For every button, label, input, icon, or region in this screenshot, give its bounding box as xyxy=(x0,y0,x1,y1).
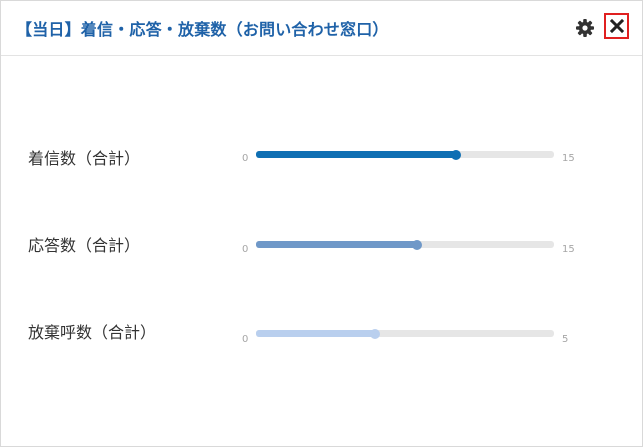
incoming-calls-bar-marker xyxy=(450,149,461,160)
close-button[interactable] xyxy=(604,13,629,39)
abandoned-calls-bar-fill xyxy=(256,330,376,337)
incoming-calls-max: 15 xyxy=(562,153,575,164)
widget-title: 【当日】着信・応答・放棄数（お問い合わせ窓口） xyxy=(16,20,389,39)
abandoned-calls-bar-marker xyxy=(370,328,381,339)
dashboard-widget: 【当日】着信・応答・放棄数（お問い合わせ窓口） 着信数（合計） 0 15 応答数… xyxy=(0,0,643,447)
incoming-calls-bar-fill xyxy=(256,151,456,158)
gear-icon[interactable] xyxy=(575,18,595,38)
incoming-calls-label: 着信数（合計） xyxy=(28,149,141,168)
close-icon xyxy=(609,19,624,33)
answered-calls-bar-fill xyxy=(256,241,417,248)
incoming-calls-bar xyxy=(256,149,554,160)
abandoned-calls-bar xyxy=(256,328,554,339)
abandoned-calls-max: 5 xyxy=(562,334,569,345)
answered-calls-min: 0 xyxy=(242,244,249,255)
answered-calls-bar xyxy=(256,239,554,250)
answered-calls-label: 応答数（合計） xyxy=(28,236,141,255)
abandoned-calls-label: 放棄呼数（合計） xyxy=(28,323,157,342)
abandoned-calls-min: 0 xyxy=(242,334,249,345)
incoming-calls-min: 0 xyxy=(242,153,249,164)
widget-header: 【当日】着信・応答・放棄数（お問い合わせ窓口） xyxy=(1,1,642,56)
answered-calls-bar-marker xyxy=(411,239,422,250)
answered-calls-max: 15 xyxy=(562,244,575,255)
